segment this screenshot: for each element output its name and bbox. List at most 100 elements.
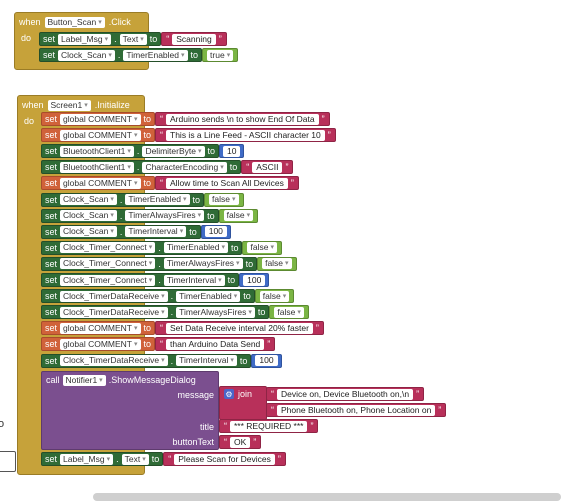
string-value[interactable]: Arduino sends \n to show End Of Data [166,113,319,125]
string-value[interactable]: Scanning [172,33,216,45]
component-dropdown[interactable]: Clock_Scan ▾ [60,210,117,222]
set-property-row[interactable]: set Clock_Scan ▾. TimerEnabled ▾ to false ▾ [41,192,244,207]
button-scan-click-block[interactable]: when Button_Scan ▾ .Click do set Label_Msg… [14,12,239,70]
string-value[interactable]: ASCII [252,161,283,173]
set-property-row[interactable]: set Label_Msg ▾. Text ▾ to “Scanning” [39,32,227,46]
boolean-dropdown[interactable]: true ▾ [207,49,234,61]
component-dropdown[interactable]: Label_Msg ▾ [60,453,114,465]
set-component-block[interactable]: set Clock_TimerDataReceive ▾. TimerInterval… [41,353,252,368]
set-property-row[interactable]: set Clock_TimerDataReceive ▾. TimerEnabled ▾… [41,289,295,304]
set-component-block[interactable]: set Clock_TimerDataReceive ▾. TimerEnabled ▾… [41,289,255,304]
string-value[interactable]: than Arduino Data Send [166,338,265,350]
boolean-dropdown[interactable]: false ▾ [274,306,304,318]
set-global-row[interactable]: set global COMMENT ▾ to “than Arduino Data S… [41,337,276,352]
number-block[interactable]: 100 [200,224,231,239]
set-component-block[interactable]: set BluetoothClient1 ▾. CharacterEncoding ▾ t… [41,160,242,175]
set-label-msg-row[interactable]: set Label_Msg ▾ . Text ▾ to “Please Scan f… [41,452,286,466]
number-block[interactable]: 10 [219,144,245,159]
set-property-row[interactable]: set BluetoothClient1 ▾. DelimiterByte ▾ to 10 [41,144,245,159]
global-variable-dropdown[interactable]: global COMMENT ▾ [60,322,141,334]
set-global-row[interactable]: set global COMMENT ▾ to “This is a Line Feed… [41,128,336,143]
set-global-block[interactable]: set global COMMENT ▾ to [41,321,156,336]
set-property-row[interactable]: set Clock_TimerDataReceive ▾. TimerInterval… [41,353,282,368]
text-string-block[interactable]: “than Arduino Data Send” [155,337,276,352]
property-dropdown[interactable]: TimerEnabled ▾ [123,49,188,61]
text-string-block[interactable]: “This is a Line Feed - ASCII character 1… [155,128,336,143]
property-dropdown[interactable]: TimerEnabled ▾ [125,194,190,205]
text-string-block[interactable]: “Arduino sends \n to show End Of Data” [155,112,330,126]
component-dropdown[interactable]: Clock_TimerDataReceive ▾ [60,306,168,318]
property-dropdown[interactable]: Text ▾ [119,33,147,45]
set-global-block[interactable]: set global COMMENT ▾ to [41,128,156,143]
set-property-row[interactable]: set Clock_Timer_Connect ▾. TimerInterval ▾ to… [41,273,270,287]
boolean-block[interactable]: false ▾ [242,240,282,255]
component-dropdown[interactable]: Clock_TimerDataReceive ▾ [60,290,168,302]
notifier-call-block[interactable]: call Notifier1 ▾ .ShowMessageDialog messa… [41,371,219,450]
property-dropdown[interactable]: TimerInterval ▾ [163,274,225,286]
property-dropdown[interactable]: Text ▾ [121,453,149,465]
property-dropdown[interactable]: TimerAlwaysFires ▾ [176,306,255,318]
global-variable-dropdown[interactable]: global COMMENT ▾ [60,338,141,350]
notifier-dropdown[interactable]: Notifier1 ▾ [62,374,106,386]
property-dropdown[interactable]: TimerEnabled ▾ [176,290,241,302]
horizontal-scrollbar[interactable] [93,493,561,501]
join-item-1[interactable]: “Device on, Device Bluetooth on,\n” [266,387,425,401]
set-component-block[interactable]: set Clock_Timer_Connect ▾. TimerAlwaysFires… [41,256,258,271]
join-item-2[interactable]: “Phone Bluetooth on, Phone Location on” [266,403,447,417]
set-global-block[interactable]: set global COMMENT ▾ to [41,176,156,191]
text-string-block[interactable]: “Allow time to Scan All Devices” [155,176,299,191]
number-value[interactable]: 100 [243,274,266,286]
boolean-block[interactable]: false ▾ [218,208,259,223]
string-value[interactable]: OK [230,436,251,448]
component-dropdown[interactable]: Clock_Timer_Connect ▾ [60,274,156,286]
text-string-block[interactable]: “Set Data Receive interval 20% faster” [155,321,324,336]
set-component-block[interactable]: set Clock_Scan ▾. TimerAlwaysFires ▾ to [41,208,219,223]
component-dropdown[interactable]: Clock_Timer_Connect ▾ [60,242,156,254]
property-dropdown[interactable]: TimerInterval ▾ [176,355,237,366]
number-block[interactable]: 100 [239,273,270,287]
set-component-block[interactable]: set Clock_Scan ▾. TimerInterval ▾ to [41,224,201,239]
property-dropdown[interactable]: TimerEnabled ▾ [163,242,228,254]
component-dropdown[interactable]: BluetoothClient1 ▾ [60,145,134,157]
set-component-block[interactable]: set BluetoothClient1 ▾. DelimiterByte ▾ to [41,144,220,159]
set-global-row[interactable]: set global COMMENT ▾ to “Set Data Receive in… [41,321,324,336]
number-value[interactable]: 10 [223,145,241,157]
set-property-row[interactable]: set Clock_TimerDataReceive ▾. TimerAlwaysFi… [41,305,309,320]
set-property-row[interactable]: set Clock_Scan ▾. TimerAlwaysFires ▾ to false ▾ [41,208,259,223]
component-dropdown[interactable]: Clock_TimerDataReceive ▾ [60,355,168,366]
set-property-row[interactable]: set Clock_Scan ▾. TimerInterval ▾ to 100 [41,224,231,239]
string-value[interactable]: Set Data Receive interval 20% faster [166,322,313,334]
property-dropdown[interactable]: CharacterEncoding ▾ [142,161,227,173]
text-string-block[interactable]: “Scanning” [161,32,227,46]
set-property-row[interactable]: set Clock_Timer_Connect ▾. TimerEnabled ▾ to f… [41,240,282,255]
boolean-block[interactable]: false ▾ [257,256,297,271]
number-block[interactable]: 100 [251,353,282,368]
string-value[interactable]: Please Scan for Devices [174,453,275,465]
set-component-block[interactable]: set Clock_Timer_Connect ▾. TimerEnabled ▾ to [41,240,243,255]
property-dropdown[interactable]: TimerInterval ▾ [125,226,187,238]
global-variable-dropdown[interactable]: global COMMENT ▾ [60,177,141,189]
property-dropdown[interactable]: DelimiterByte ▾ [142,145,205,157]
component-dropdown[interactable]: Label_Msg ▾ [58,33,112,45]
set-component-block[interactable]: set Clock_Scan ▾. TimerEnabled ▾ to [39,48,203,62]
property-dropdown[interactable]: TimerAlwaysFires ▾ [125,210,205,222]
boolean-dropdown[interactable]: false ▾ [247,242,277,254]
component-dropdown[interactable]: Clock_Scan ▾ [58,49,115,61]
global-variable-dropdown[interactable]: global COMMENT ▾ [60,113,141,125]
event-component-dropdown[interactable]: Button_Scan ▾ [44,16,105,28]
set-component-block[interactable]: set Clock_Scan ▾. TimerEnabled ▾ to [41,192,205,207]
set-global-block[interactable]: set global COMMENT ▾ to [41,337,156,352]
text-string-block[interactable]: “ASCII” [241,160,294,175]
number-value[interactable]: 100 [255,355,278,366]
property-dropdown[interactable]: TimerAlwaysFires ▾ [163,258,243,270]
string-value[interactable]: Device on, Device Bluetooth on,\n [277,388,414,400]
string-value[interactable]: Allow time to Scan All Devices [166,177,288,189]
boolean-block[interactable]: false ▾ [269,305,309,320]
event-component-dropdown[interactable]: Screen1 ▾ [47,99,91,111]
set-component-block[interactable]: set Label_Msg ▾. Text ▾ to [39,32,162,46]
boolean-dropdown[interactable]: false ▾ [223,210,254,222]
set-component-block[interactable]: set Clock_Timer_Connect ▾. TimerInterval ▾ to [41,273,240,287]
component-dropdown[interactable]: Clock_Scan ▾ [60,194,117,205]
boolean-block[interactable]: false ▾ [204,192,244,207]
buttontext-string[interactable]: “OK” [219,435,262,449]
